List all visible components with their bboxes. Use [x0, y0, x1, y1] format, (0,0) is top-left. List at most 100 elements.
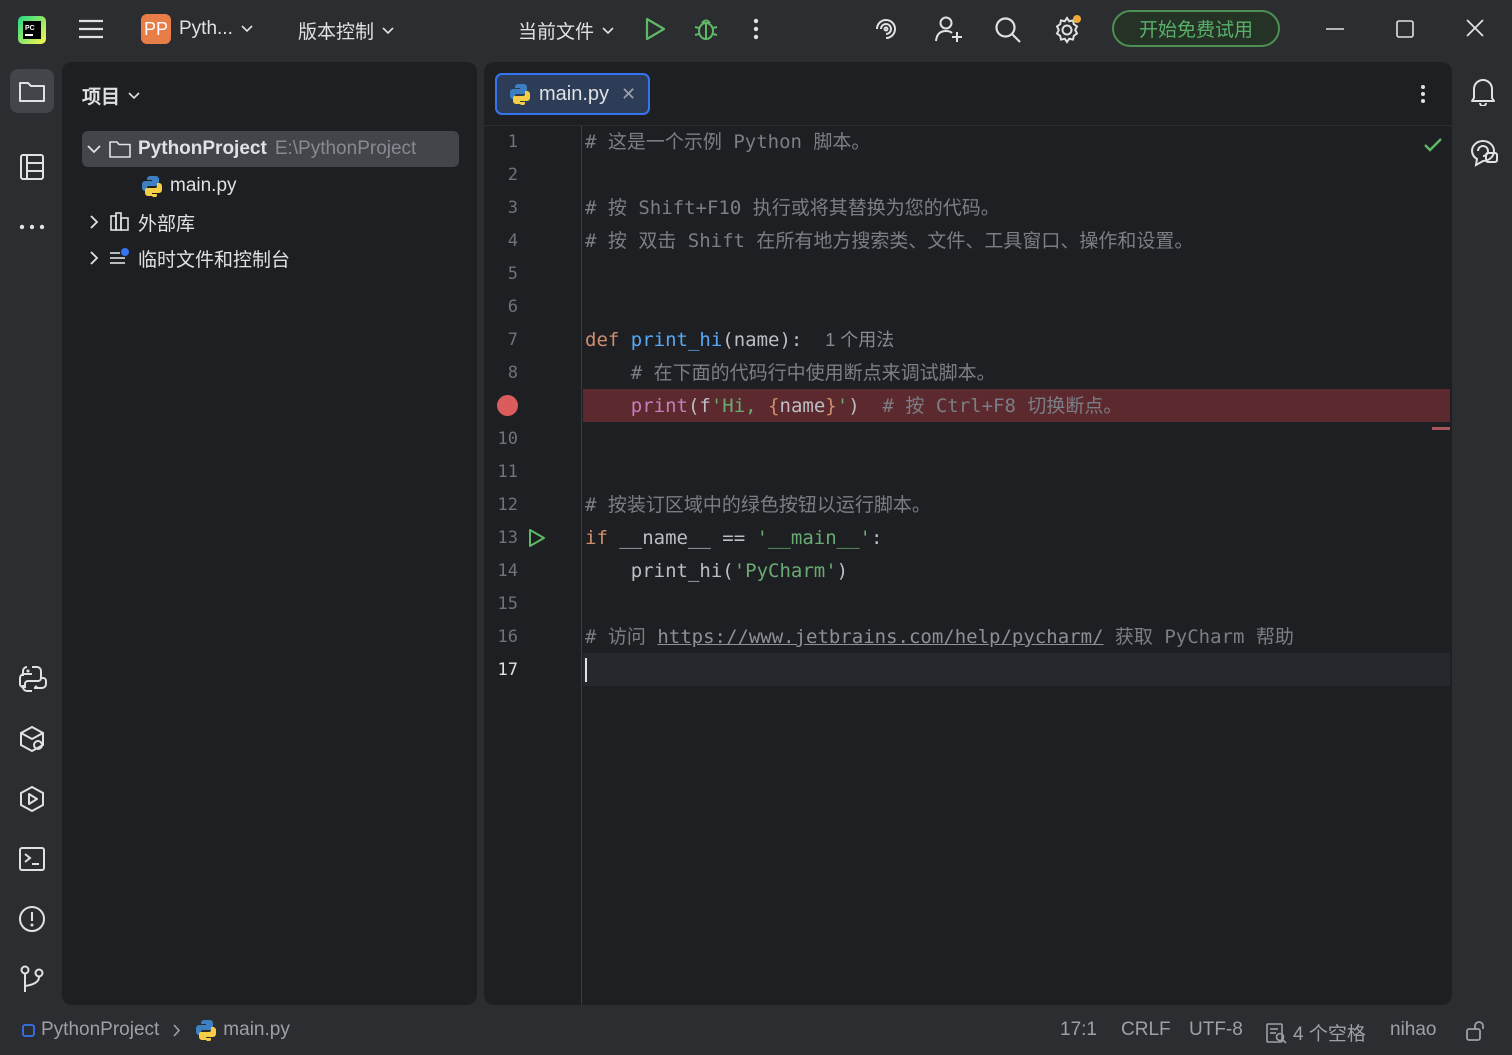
ai-assistant-icon[interactable] [873, 16, 901, 42]
project-panel-header[interactable]: 项目 [82, 82, 140, 109]
current-line-highlight [583, 653, 1450, 686]
close-tab-icon[interactable]: ✕ [621, 84, 636, 105]
status-bar: PythonProject main.py 17:1 CRLF UTF-8 4 … [0, 1008, 1512, 1055]
run-icon[interactable] [644, 17, 666, 41]
line-number[interactable]: 14 [484, 555, 518, 588]
line-number[interactable]: 16 [484, 621, 518, 654]
more-actions-icon[interactable] [752, 18, 760, 40]
usages-inlay-hint[interactable]: 1 个用法 [825, 330, 894, 350]
code-text: __name__ == [607, 527, 757, 549]
code-line-9[interactable]: print(f'Hi, {name}') # 按 Ctrl+F8 切换断点。 [585, 390, 1123, 423]
python-interpreter[interactable]: nihao [1390, 1019, 1437, 1041]
terminal-button[interactable] [10, 837, 54, 881]
code-line-16[interactable]: # 访问 https://www.jetbrains.com/help/pych… [585, 621, 1294, 654]
line-number[interactable]: 15 [484, 588, 518, 621]
debug-icon[interactable] [693, 15, 719, 43]
breakpoint-stripe-mark[interactable] [1432, 427, 1450, 430]
structure-tool-button[interactable] [10, 145, 54, 189]
breadcrumb-file[interactable]: main.py [223, 1019, 290, 1041]
project-switcher[interactable]: PP Pyth... [141, 14, 253, 44]
line-number[interactable]: 12 [484, 489, 518, 522]
code-line-4[interactable]: # 按 双击 Shift 在所有地方搜索类、文件、工具窗口、操作和设置。 [585, 225, 1193, 258]
line-number[interactable]: 5 [484, 258, 518, 291]
lock-icon[interactable] [1466, 1021, 1488, 1041]
line-number[interactable]: 7 [484, 324, 518, 357]
chevron-right-icon[interactable] [82, 215, 106, 229]
chevron-down-icon [602, 26, 614, 35]
close-window-icon[interactable] [1466, 19, 1484, 37]
run-config-label: 当前文件 [518, 22, 595, 43]
code-line-12[interactable]: # 按装订区域中的绿色按钮以运行脚本。 [585, 489, 931, 522]
code-line-3[interactable]: # 按 Shift+F10 执行或将其替换为您的代码。 [585, 192, 1000, 225]
breadcrumb-project[interactable]: PythonProject [41, 1019, 159, 1041]
line-number[interactable]: 11 [484, 456, 518, 489]
gutter-run-icon[interactable] [528, 528, 546, 548]
caret-position[interactable]: 17:1 [1060, 1019, 1097, 1041]
indent-icon [1265, 1022, 1287, 1044]
vcs-menu[interactable]: 版本控制 [298, 17, 394, 44]
gutter-divider [581, 126, 582, 1005]
svg-text:PC: PC [25, 25, 35, 32]
fstring-brace: { [768, 395, 780, 417]
chevron-right-icon[interactable] [82, 251, 106, 265]
file-encoding[interactable]: UTF-8 [1189, 1019, 1243, 1041]
tree-item-project-root[interactable]: PythonProject E:\PythonProject [82, 131, 459, 167]
editor-tab-main-py[interactable]: main.py ✕ [495, 73, 651, 115]
indent-label: 4 个空格 [1293, 1024, 1366, 1045]
search-icon[interactable] [994, 16, 1022, 44]
string: ' [836, 395, 849, 417]
code-line-14[interactable]: print_hi('PyCharm') [585, 555, 848, 588]
line-number[interactable]: 2 [484, 159, 518, 192]
more-tools-button[interactable] [10, 205, 54, 249]
line-number[interactable]: 4 [484, 225, 518, 258]
settings-gear-icon[interactable] [1052, 14, 1084, 44]
tree-item-main-py[interactable]: main.py [138, 168, 237, 204]
python-packages-button[interactable] [10, 657, 54, 701]
code-with-me-icon[interactable] [934, 15, 964, 43]
start-free-trial-button[interactable]: 开始免费试用 [1112, 10, 1280, 47]
main-menu-icon[interactable] [78, 17, 104, 41]
code-line-13[interactable]: if __name__ == '__main__': [585, 522, 882, 555]
line-number[interactable]: 10 [484, 423, 518, 456]
minimize-icon[interactable] [1326, 28, 1344, 30]
builtin-function: print [630, 395, 688, 417]
line-separator[interactable]: CRLF [1121, 1019, 1171, 1041]
code-line-1[interactable]: # 这是一个示例 Python 脚本。 [585, 126, 870, 159]
line-number[interactable]: 6 [484, 291, 518, 324]
tree-item-external-libraries[interactable]: 外部库 [82, 204, 195, 240]
tree-item-scratches[interactable]: 临时文件和控制台 [82, 240, 290, 276]
code-line-7[interactable]: def print_hi(name): 1 个用法 [585, 324, 894, 357]
code-text: (name): [722, 329, 803, 351]
project-tool-button[interactable] [10, 69, 54, 113]
chevron-down-icon[interactable] [82, 144, 106, 154]
maximize-icon[interactable] [1396, 20, 1414, 38]
line-number[interactable]: 3 [484, 192, 518, 225]
project-panel-title: 项目 [82, 87, 121, 108]
git-button[interactable] [10, 957, 54, 1001]
code-text: ) [848, 395, 860, 417]
code-line-8[interactable]: # 在下面的代码行中使用断点来调试脚本。 [585, 357, 996, 390]
line-number[interactable]: 1 [484, 126, 518, 159]
pycharm-logo-icon: PC [18, 16, 46, 44]
breakpoint-icon[interactable] [497, 395, 518, 416]
tree-item-label: PythonProject [138, 138, 267, 159]
notifications-bell-icon[interactable] [1469, 76, 1497, 106]
problems-button[interactable] [10, 897, 54, 941]
indent-setting[interactable]: 4 个空格 [1265, 1019, 1366, 1046]
run-config-selector[interactable]: 当前文件 [518, 17, 614, 44]
editor-panel: main.py ✕ 1 2 3 4 5 6 7 8 10 11 12 13 14… [484, 62, 1452, 1005]
project-panel: 项目 PythonProject E:\PythonProject main.p… [62, 62, 477, 1005]
terminal-icon [18, 846, 46, 872]
line-number[interactable]: 17 [484, 654, 518, 687]
ai-chat-icon[interactable] [1469, 137, 1499, 167]
help-link[interactable]: https://www.jetbrains.com/help/pycharm/ [657, 626, 1103, 648]
run-tool-button[interactable] [10, 777, 54, 821]
line-number[interactable]: 8 [484, 357, 518, 390]
services-button[interactable] [10, 717, 54, 761]
tab-options-icon[interactable] [1420, 84, 1426, 104]
warning-circle-icon [18, 905, 46, 933]
packages-icon [17, 724, 47, 754]
line-number[interactable]: 13 [484, 522, 518, 555]
tree-item-label: 临时文件和控制台 [138, 249, 291, 271]
no-problems-check-icon[interactable] [1423, 137, 1443, 153]
